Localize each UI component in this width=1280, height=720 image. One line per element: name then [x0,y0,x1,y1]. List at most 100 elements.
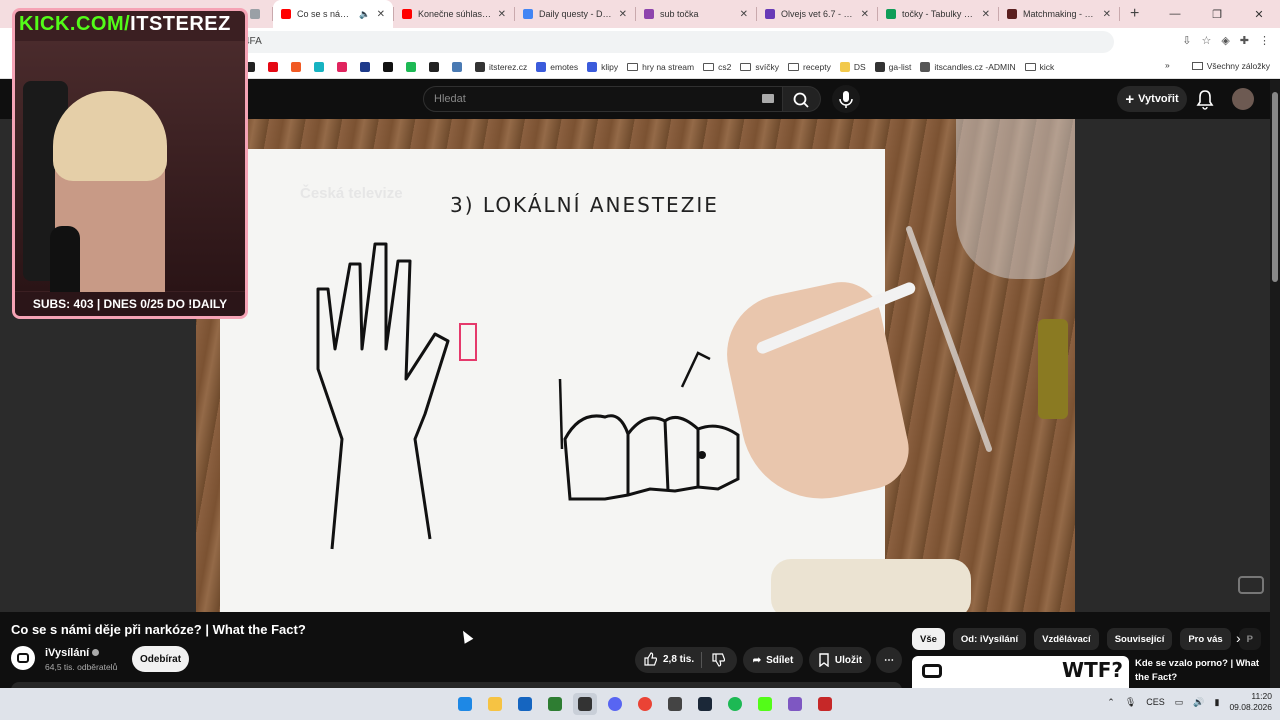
thumbs-down-icon[interactable] [711,653,725,667]
menu-icon[interactable]: ⋮ [1259,34,1270,47]
browser-tab[interactable]: Daily questy - Dokum ✕ [515,0,635,28]
channel-avatar[interactable] [11,646,35,670]
like-button[interactable]: 2,8 tis. [643,652,694,666]
tab-close-icon[interactable]: ✕ [619,9,627,20]
browser-tab[interactable]: Co se s námi děje 🔈 ✕ [273,0,393,28]
recommendation-title[interactable]: Kde se vzalo porno? | What the Fact? [1135,657,1265,685]
browser-tab[interactable]: Olvejs vet 6.7 - Form ✕ [757,0,877,28]
bookmark-item[interactable] [429,62,443,72]
url-field[interactable]: 4FA [234,31,1114,53]
filter-chip[interactable]: Vzdělávací [1034,628,1099,650]
bookmark-item[interactable] [406,62,420,72]
thumbnail-text: WTF? [1062,658,1123,682]
input-language[interactable]: CES [1146,697,1165,707]
clock[interactable]: 11:20 09.08.2026 [1229,691,1272,713]
bookmark-item[interactable]: emotes [536,62,578,72]
browser-tab[interactable]: Konečne súhlasil s pr ✕ [394,0,514,28]
battery-icon[interactable]: ▮ [1215,697,1220,708]
taskbar-ccleaner-icon[interactable] [513,693,537,715]
share-button[interactable]: ➦ Sdílet [743,647,803,673]
bookmark-item[interactable]: hry na stream [627,62,694,72]
search-button[interactable] [783,86,821,112]
keyboard-icon[interactable] [762,94,774,103]
video-player[interactable]: Česká televize 3) LOKÁLNÍ ANESTEZIE [196,119,1075,612]
bookmark-item[interactable]: recepty [787,62,831,72]
tab-strip: ✕Co se s námi děje🔈✕Konečne súhlasil s p… [242,0,1120,28]
bookmark-item[interactable]: itsterez.cz [475,62,527,72]
subscribe-button[interactable]: Odebírat [132,646,189,672]
chevron-right-icon[interactable]: › [1236,630,1241,646]
more-actions-button[interactable]: ⋯ [876,647,902,673]
scrollbar-thumb[interactable] [1272,92,1278,282]
taskbar-windows-icon[interactable] [453,693,477,715]
taskbar-steam-icon[interactable] [693,693,717,715]
kick-handle: ITSTEREZ [130,13,231,35]
filter-chip[interactable]: Vše [912,628,945,650]
bookmark-item[interactable] [314,62,328,72]
browser-tab[interactable]: točky - Tabulky Goog ✕ [878,0,998,28]
bookmark-item[interactable]: DS [839,62,866,72]
bookmark-item[interactable]: klipy [587,62,618,72]
bookmarks-overflow-button[interactable]: » [1165,60,1170,70]
bookmark-item[interactable] [337,62,351,72]
taskbar-terminal-icon[interactable] [543,693,567,715]
tab-audio-icon[interactable]: 🔈 [359,9,370,20]
bookmark-item[interactable]: ga-list [874,62,911,72]
bookmark-item[interactable] [383,62,397,72]
network-icon[interactable]: ▭ [1175,697,1184,708]
bookmark-item[interactable]: kick [1024,62,1054,72]
bookmark-item[interactable] [360,62,374,72]
browser-tab[interactable]: Matchmaking - Europ ✕ [999,0,1119,28]
bookmark-item[interactable] [291,62,305,72]
voice-search-button[interactable] [832,85,860,113]
mic-tray-icon[interactable]: 🎙 [1125,697,1136,708]
taskbar-kick-icon[interactable] [753,693,777,715]
tab-close-icon[interactable]: ✕ [861,9,869,20]
new-tab-button[interactable]: + [1130,5,1146,23]
puzzle-icon[interactable]: ✚ [1240,34,1249,47]
tab-close-icon[interactable]: ✕ [1103,9,1111,20]
all-bookmarks[interactable]: Všechny záložky [1191,61,1270,71]
search-input[interactable]: Hledat [423,86,783,112]
save-button[interactable]: Uložit [809,647,871,673]
bookmark-item[interactable] [268,62,282,72]
browser-tab[interactable]: sub točka ✕ [636,0,756,28]
tab-close-icon[interactable]: ✕ [982,9,990,20]
volume-icon[interactable]: 🔊 [1193,697,1204,708]
bookmark-item[interactable] [452,62,466,72]
channel-name-row[interactable]: iVysílání [45,647,100,659]
tray-chevron-icon[interactable]: ⌃ [1107,697,1115,708]
filter-chip[interactable]: Související [1106,628,1173,650]
bookmark-item[interactable]: svíčky [740,62,779,72]
account-avatar[interactable] [1232,88,1254,110]
taskbar-app-icon[interactable] [663,693,687,715]
share-icon: ➦ [752,654,762,666]
filter-chip[interactable]: Pro vás [1180,628,1231,650]
close-window-button[interactable]: ✕ [1238,0,1280,28]
create-button[interactable]: + Vytvořit [1117,86,1187,112]
tab-close-icon[interactable]: ✕ [740,9,748,20]
recommendation-thumbnail[interactable]: WTF? [912,656,1129,688]
taskbar-chrome-icon[interactable] [633,693,657,715]
tab-close-icon[interactable]: ✕ [377,9,385,20]
taskbar-shield-icon[interactable] [813,693,837,715]
bookmark-item[interactable]: itscandles.cz -ADMIN [920,62,1016,72]
taskbar-app2-icon[interactable] [783,693,807,715]
search-placeholder: Hledat [434,93,466,105]
bookmark-star-icon[interactable]: ☆ [1201,34,1211,47]
bookmark-favicon-icon [536,62,547,72]
maximize-button[interactable]: ❐ [1196,0,1238,28]
taskbar-discord-icon[interactable] [603,693,627,715]
filter-chip[interactable]: Od: iVysílání [952,628,1027,650]
taskbar-explorer-icon[interactable] [483,693,507,715]
install-icon[interactable]: ⇩ [1182,34,1191,47]
bookmark-item[interactable]: cs2 [703,62,731,72]
filter-chip[interactable]: P [1238,628,1261,650]
tab-close-icon[interactable]: ✕ [498,9,506,20]
extension-icon[interactable]: ◈ [1221,34,1229,47]
notifications-bell-icon[interactable] [1195,88,1215,110]
page-scrollbar[interactable] [1270,80,1280,688]
taskbar-spotify-icon[interactable] [723,693,747,715]
taskbar-obs-icon[interactable] [573,693,597,715]
minimize-button[interactable]: — [1154,0,1196,28]
